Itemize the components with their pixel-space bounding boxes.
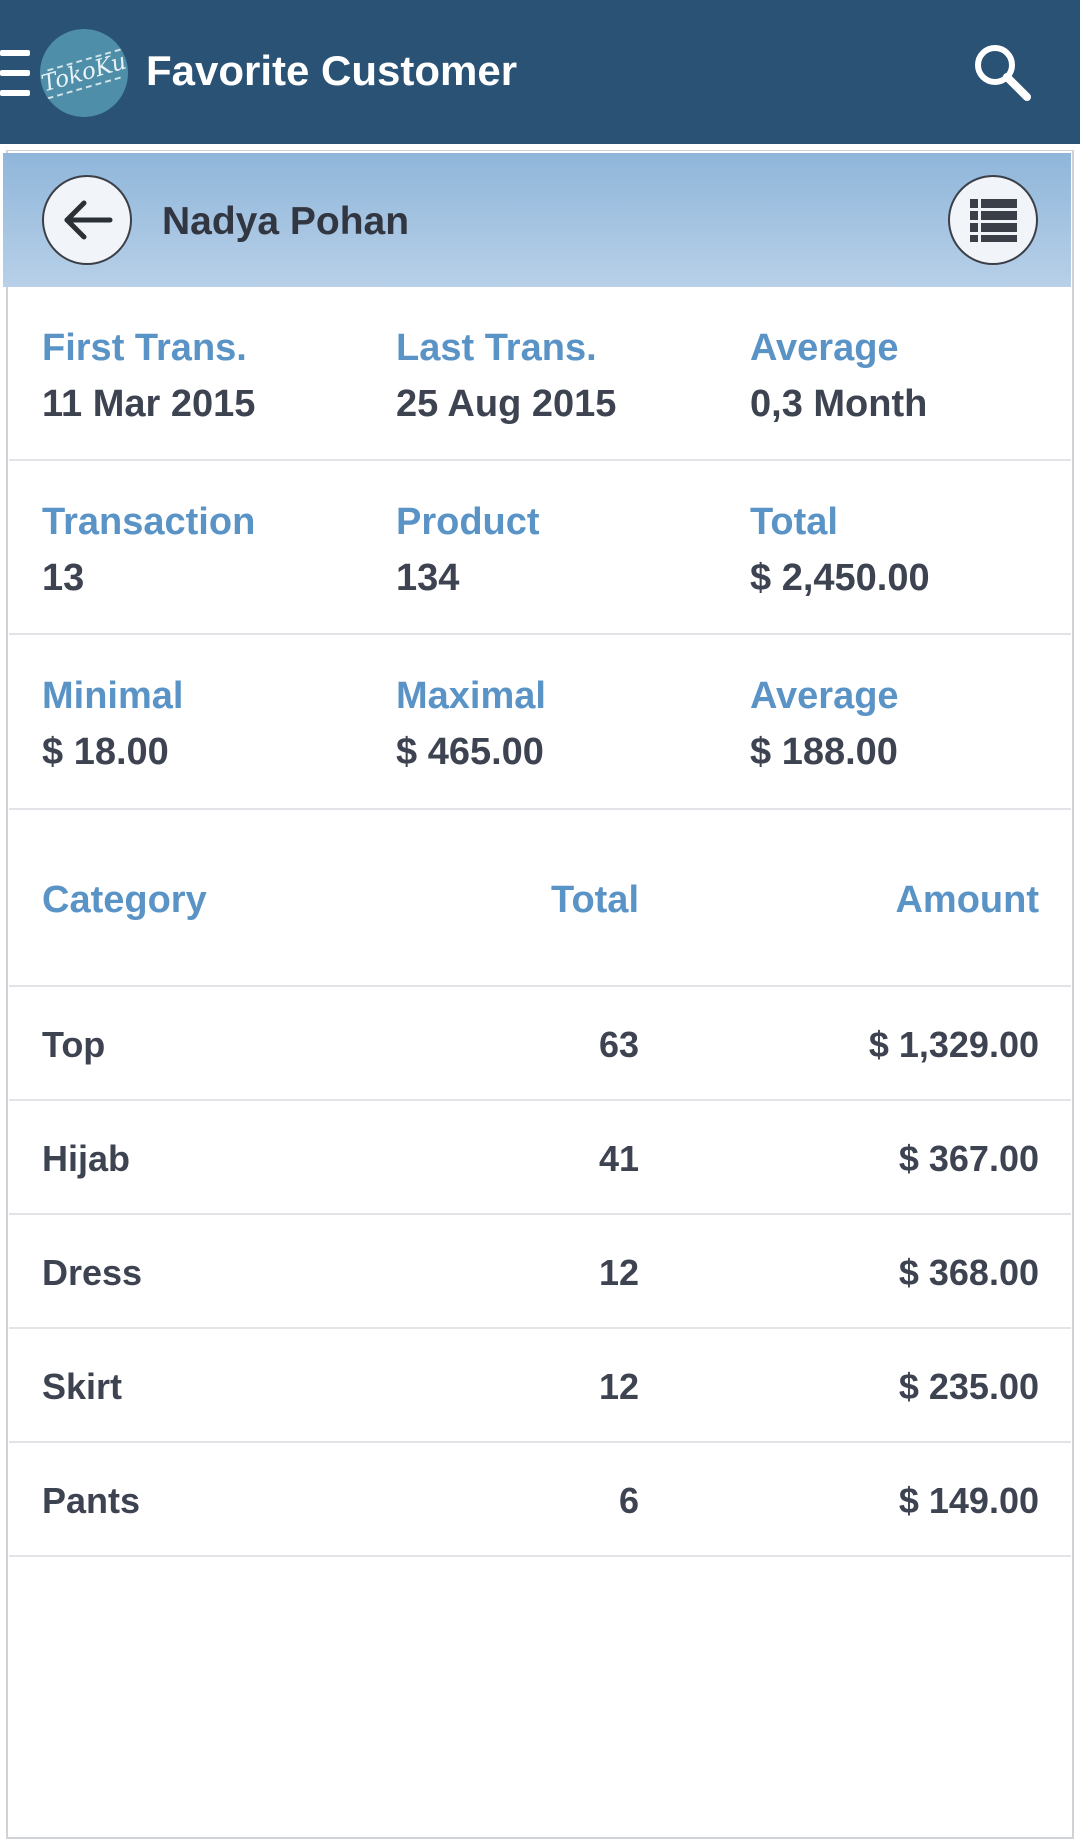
column-header-category: Category bbox=[42, 879, 207, 921]
table-row[interactable]: Dress 12 $ 368.00 bbox=[9, 1215, 1071, 1329]
back-button[interactable] bbox=[42, 175, 132, 265]
table-row[interactable]: Pants 6 $ 149.00 bbox=[9, 1443, 1071, 1557]
stat-value: 25 Aug 2015 bbox=[396, 383, 617, 425]
stat-value: $ 188.00 bbox=[750, 731, 898, 773]
stat-maximal: Maximal $ 465.00 bbox=[396, 674, 736, 774]
stat-label: Last Trans. bbox=[396, 327, 597, 369]
stat-first-transaction: First Trans. 11 Mar 2015 bbox=[42, 326, 382, 426]
arrow-left-icon bbox=[64, 200, 113, 240]
stat-label: Minimal bbox=[42, 675, 184, 717]
stat-value: 134 bbox=[396, 557, 460, 599]
amount-cell: $ 149.00 bbox=[898, 1480, 1039, 1521]
amount-cell: $ 1,329.00 bbox=[868, 1024, 1039, 1065]
amount-cell: $ 368.00 bbox=[898, 1252, 1039, 1293]
stat-value: 13 bbox=[42, 557, 85, 599]
stat-label: Maximal bbox=[396, 675, 546, 717]
total-cell: 12 bbox=[598, 1366, 639, 1407]
logo-text: TokoKu bbox=[40, 48, 128, 98]
stat-value: $ 465.00 bbox=[396, 731, 544, 773]
table-row[interactable]: Hijab 41 $ 367.00 bbox=[9, 1101, 1071, 1215]
amount-cell: $ 235.00 bbox=[898, 1366, 1039, 1407]
stat-value: $ 2,450.00 bbox=[750, 557, 930, 599]
column-header-total: Total bbox=[551, 879, 639, 921]
search-icon bbox=[975, 45, 1031, 101]
app-logo: TokoKu bbox=[40, 29, 128, 117]
divider bbox=[9, 459, 1071, 461]
stat-label: First Trans. bbox=[42, 327, 247, 369]
divider bbox=[9, 808, 1071, 810]
stat-minimal: Minimal $ 18.00 bbox=[42, 674, 382, 774]
total-cell: 41 bbox=[598, 1138, 639, 1179]
total-cell: 12 bbox=[598, 1252, 639, 1293]
stat-label: Average bbox=[750, 327, 899, 369]
app-title: Favorite Customer bbox=[146, 47, 518, 94]
stat-value: 11 Mar 2015 bbox=[42, 383, 256, 425]
stat-average-interval: Average 0,3 Month bbox=[750, 326, 1080, 426]
stat-label: Total bbox=[750, 501, 838, 543]
stat-value: 0,3 Month bbox=[750, 383, 928, 425]
customer-name: Nadya Pohan bbox=[162, 200, 410, 243]
column-header-amount: Amount bbox=[895, 879, 1039, 921]
list-view-button[interactable] bbox=[948, 175, 1038, 265]
stat-average-amount: Average $ 188.00 bbox=[750, 674, 1080, 774]
table-row[interactable]: Skirt 12 $ 235.00 bbox=[9, 1329, 1071, 1443]
stat-product-count: Product 134 bbox=[396, 500, 736, 600]
list-icon bbox=[970, 199, 1017, 242]
stat-last-transaction: Last Trans. 25 Aug 2015 bbox=[396, 326, 736, 426]
category-cell: Top bbox=[42, 1024, 106, 1065]
total-cell: 63 bbox=[598, 1024, 639, 1065]
amount-cell: $ 367.00 bbox=[898, 1138, 1039, 1179]
menu-icon[interactable] bbox=[0, 50, 30, 96]
total-cell: 6 bbox=[618, 1480, 639, 1521]
app-bar: TokoKu Favorite Customer bbox=[0, 0, 1080, 144]
divider bbox=[9, 633, 1071, 635]
stat-label: Average bbox=[750, 675, 899, 717]
stat-value: $ 18.00 bbox=[42, 731, 169, 773]
stat-total-amount: Total $ 2,450.00 bbox=[750, 500, 1080, 600]
category-cell: Dress bbox=[42, 1252, 143, 1293]
category-cell: Pants bbox=[42, 1480, 141, 1521]
stat-label: Transaction bbox=[42, 501, 256, 543]
search-button[interactable] bbox=[968, 38, 1038, 108]
category-cell: Skirt bbox=[42, 1366, 123, 1407]
stat-transaction-count: Transaction 13 bbox=[42, 500, 382, 600]
table-row[interactable]: Top 63 $ 1,329.00 bbox=[9, 987, 1071, 1101]
category-cell: Hijab bbox=[42, 1138, 131, 1179]
stat-label: Product bbox=[396, 501, 540, 543]
